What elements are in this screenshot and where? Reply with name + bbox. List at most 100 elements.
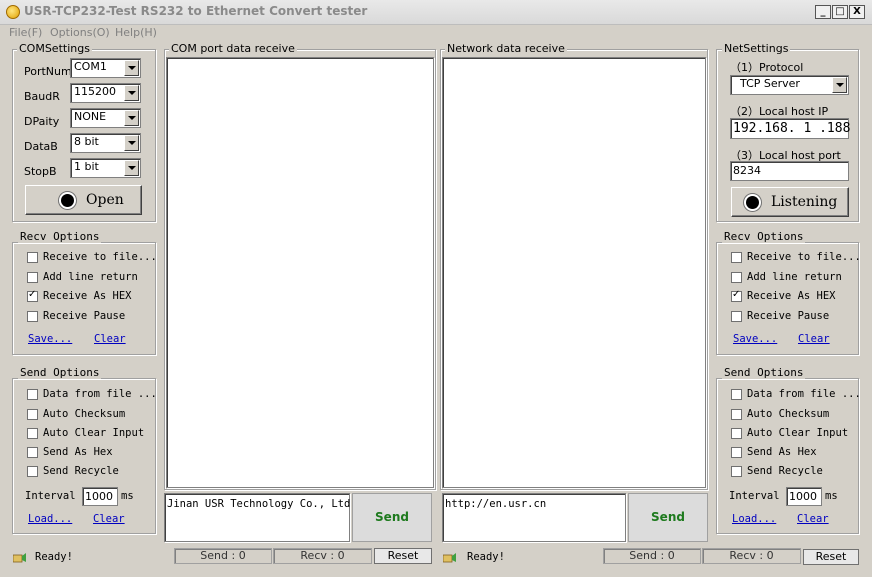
baudrate-select[interactable]: 115200: [70, 83, 141, 103]
menu-file[interactable]: File(F): [9, 26, 42, 39]
chevron-down-icon[interactable]: [832, 77, 847, 93]
right-recv-count: Recv : 0: [702, 548, 801, 564]
portnum-select[interactable]: COM1: [70, 58, 141, 78]
left-recv-as-hex-checkbox[interactable]: ✓: [27, 289, 38, 302]
right-recv-as-hex-checkbox[interactable]: ✓: [731, 289, 742, 302]
right-reset-button[interactable]: Reset: [803, 549, 859, 565]
maximize-button[interactable]: □: [832, 5, 848, 19]
right-send-as-hex-label: Send As Hex: [747, 446, 817, 458]
chevron-down-icon[interactable]: [124, 85, 139, 101]
left-interval-unit: ms: [121, 490, 134, 502]
com-send-button[interactable]: Send: [352, 493, 432, 542]
left-auto-clear-input-label: Auto Clear Input: [43, 427, 145, 439]
network-receive-title: Network data receive: [445, 42, 567, 55]
left-recv-count: Recv : 0: [273, 548, 372, 564]
open-label: Open: [86, 192, 124, 208]
protocol-label: （1）Protocol: [730, 61, 804, 74]
right-recv-to-file-label: Receive to file...: [747, 251, 861, 263]
right-recv-to-file-checkbox[interactable]: [731, 252, 742, 263]
right-interval-label: Interval: [729, 490, 780, 502]
app-icon: [6, 5, 20, 19]
right-send-recycle-label: Send Recycle: [747, 465, 823, 477]
databits-select[interactable]: 8 bit: [70, 133, 141, 153]
left-send-as-hex-checkbox[interactable]: [27, 447, 38, 458]
left-add-line-return-checkbox[interactable]: [27, 272, 38, 283]
right-auto-checksum-checkbox[interactable]: [731, 409, 742, 420]
left-load-link[interactable]: Load...: [28, 513, 72, 525]
databits-label: DataB: [24, 140, 58, 153]
right-add-line-return-checkbox[interactable]: [731, 272, 742, 283]
window-title: USR-TCP232-Test RS232 to Ethernet Conver…: [24, 4, 368, 18]
com-send-input[interactable]: Jinan USR Technology Co., Ltd.: [164, 493, 357, 542]
left-recv-pause-checkbox[interactable]: [27, 311, 38, 322]
status-ready-icon: [443, 553, 456, 563]
left-send-clear-link[interactable]: Clear: [93, 513, 125, 525]
local-ip-input[interactable]: 192.168. 1 .188: [730, 118, 850, 139]
right-data-from-file-label: Data from file ...: [747, 388, 861, 400]
right-add-line-return-label: Add line return: [747, 271, 842, 283]
network-send-input[interactable]: http://en.usr.cn: [442, 493, 626, 542]
right-save-link[interactable]: Save...: [733, 333, 777, 345]
parity-select[interactable]: NONE: [70, 108, 141, 128]
network-receive-area[interactable]: [442, 57, 706, 488]
right-send-as-hex-checkbox[interactable]: [731, 447, 742, 458]
right-recv-pause-checkbox[interactable]: [731, 311, 742, 322]
left-auto-clear-input-checkbox[interactable]: [27, 428, 38, 439]
right-auto-clear-input-checkbox[interactable]: [731, 428, 742, 439]
net-settings-title: NetSettings: [722, 42, 791, 55]
status-ready-icon: [13, 553, 26, 563]
right-recv-pause-label: Receive Pause: [747, 310, 830, 322]
left-send-recycle-checkbox[interactable]: [27, 466, 38, 477]
protocol-select[interactable]: TCP Server: [730, 75, 849, 95]
left-send-options-title: Send Options: [18, 366, 102, 379]
chevron-down-icon[interactable]: [124, 160, 139, 176]
stopbits-select[interactable]: 1 bit: [70, 158, 141, 178]
left-interval-label: Interval: [25, 490, 76, 502]
right-auto-checksum-label: Auto Checksum: [747, 408, 830, 420]
open-button[interactable]: Open: [25, 185, 142, 215]
right-recv-clear-link[interactable]: Clear: [798, 333, 830, 345]
menu-bar: File(F) Options(O) Help(H): [0, 24, 872, 42]
portnum-label: PortNum: [24, 65, 72, 78]
right-load-link[interactable]: Load...: [732, 513, 776, 525]
right-send-recycle-checkbox[interactable]: [731, 466, 742, 477]
menu-help[interactable]: Help(H): [115, 26, 157, 39]
chevron-down-icon[interactable]: [124, 110, 139, 126]
chevron-down-icon[interactable]: [124, 135, 139, 151]
right-data-from-file-checkbox[interactable]: [731, 389, 742, 400]
minimize-button[interactable]: _: [815, 5, 831, 19]
chevron-down-icon[interactable]: [124, 60, 139, 76]
local-port-input[interactable]: 8234: [730, 161, 849, 181]
listening-button[interactable]: Listening: [731, 187, 849, 217]
stopbits-label: StopB: [24, 165, 57, 178]
right-ready-text: Ready!: [467, 551, 505, 563]
right-interval-input[interactable]: 1000: [786, 487, 822, 506]
left-auto-checksum-label: Auto Checksum: [43, 408, 126, 420]
left-auto-checksum-checkbox[interactable]: [27, 409, 38, 420]
local-ip-label: （2）Local host IP: [730, 105, 829, 118]
left-add-line-return-label: Add line return: [43, 271, 138, 283]
right-interval-unit: ms: [825, 490, 838, 502]
left-recv-to-file-checkbox[interactable]: [27, 252, 38, 263]
right-send-count: Send : 0: [603, 548, 701, 564]
com-receive-title: COM port data receive: [169, 42, 297, 55]
left-save-link[interactable]: Save...: [28, 333, 72, 345]
menu-options[interactable]: Options(O): [50, 26, 110, 39]
left-interval-input[interactable]: 1000: [82, 487, 118, 506]
network-send-button[interactable]: Send: [628, 493, 708, 542]
com-settings-title: COMSettings: [17, 42, 92, 55]
status-dot-icon: [61, 194, 74, 207]
checkmark-icon: ✓: [28, 289, 37, 300]
left-send-as-hex-label: Send As Hex: [43, 446, 113, 458]
left-recv-clear-link[interactable]: Clear: [94, 333, 126, 345]
right-auto-clear-input-label: Auto Clear Input: [747, 427, 849, 439]
title-bar: USR-TCP232-Test RS232 to Ethernet Conver…: [0, 0, 872, 25]
baudrate-label: BaudR: [24, 90, 60, 103]
left-data-from-file-checkbox[interactable]: [27, 389, 38, 400]
com-receive-area[interactable]: [166, 57, 434, 488]
left-recv-pause-label: Receive Pause: [43, 310, 126, 322]
left-reset-button[interactable]: Reset: [374, 548, 432, 564]
left-send-recycle-label: Send Recycle: [43, 465, 119, 477]
close-button[interactable]: X: [849, 5, 865, 19]
right-send-clear-link[interactable]: Clear: [797, 513, 829, 525]
